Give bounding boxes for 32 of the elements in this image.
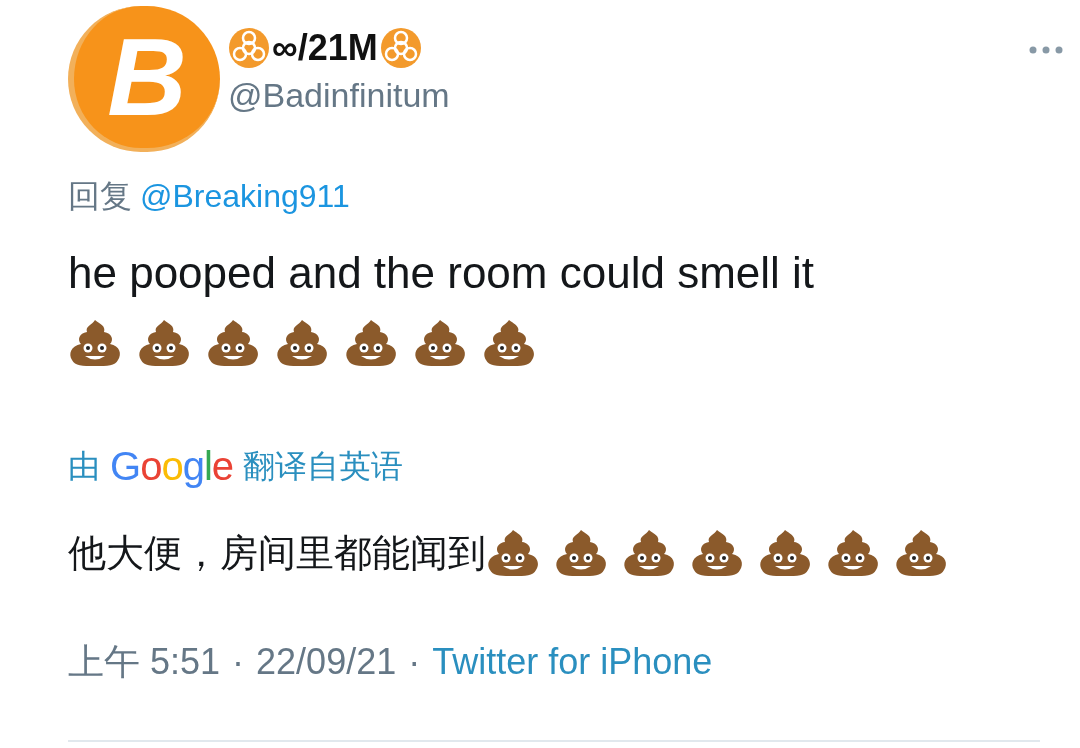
source-link[interactable]: Twitter for iPhone xyxy=(432,638,713,686)
separator-dot: · xyxy=(232,640,245,684)
avatar-logo[interactable]: B xyxy=(68,6,220,152)
tweet-text: he pooped and the room could smell it xyxy=(68,247,816,299)
poop-icon xyxy=(826,528,881,578)
display-name[interactable]: ∞/21M xyxy=(272,24,378,72)
tweet-date: 22/09/21 xyxy=(256,640,397,684)
translated-text: 他大便，房间里都能闻到 xyxy=(68,531,486,576)
more-icon[interactable] xyxy=(1028,44,1064,56)
poop-icon xyxy=(758,528,813,578)
poop-icon xyxy=(68,318,123,368)
biohazard-icon xyxy=(379,27,422,69)
user-handle[interactable]: @Badinfinitum xyxy=(228,72,450,118)
reply-label: 回复 xyxy=(68,177,132,216)
poop-icon xyxy=(413,318,468,368)
poop-icon xyxy=(482,318,537,368)
tweet-time: 上午 5:51 xyxy=(68,640,221,684)
poop-icon xyxy=(486,528,541,578)
translation-label: 由 xyxy=(68,447,100,486)
poop-icon xyxy=(622,528,677,578)
translation-label[interactable]: 翻译自英语 xyxy=(243,444,403,488)
brand-logo[interactable]: Google xyxy=(110,444,233,488)
mention-link[interactable]: @Breaking911 xyxy=(140,174,350,218)
poop-icon xyxy=(344,318,399,368)
separator-dot: · xyxy=(408,640,421,684)
poop-icon xyxy=(206,318,261,368)
poop-icon xyxy=(894,528,949,578)
biohazard-icon xyxy=(228,27,270,69)
poop-icon xyxy=(137,318,192,368)
poop-icon xyxy=(690,528,745,578)
poop-icon xyxy=(275,318,330,368)
poop-icon xyxy=(554,528,609,578)
